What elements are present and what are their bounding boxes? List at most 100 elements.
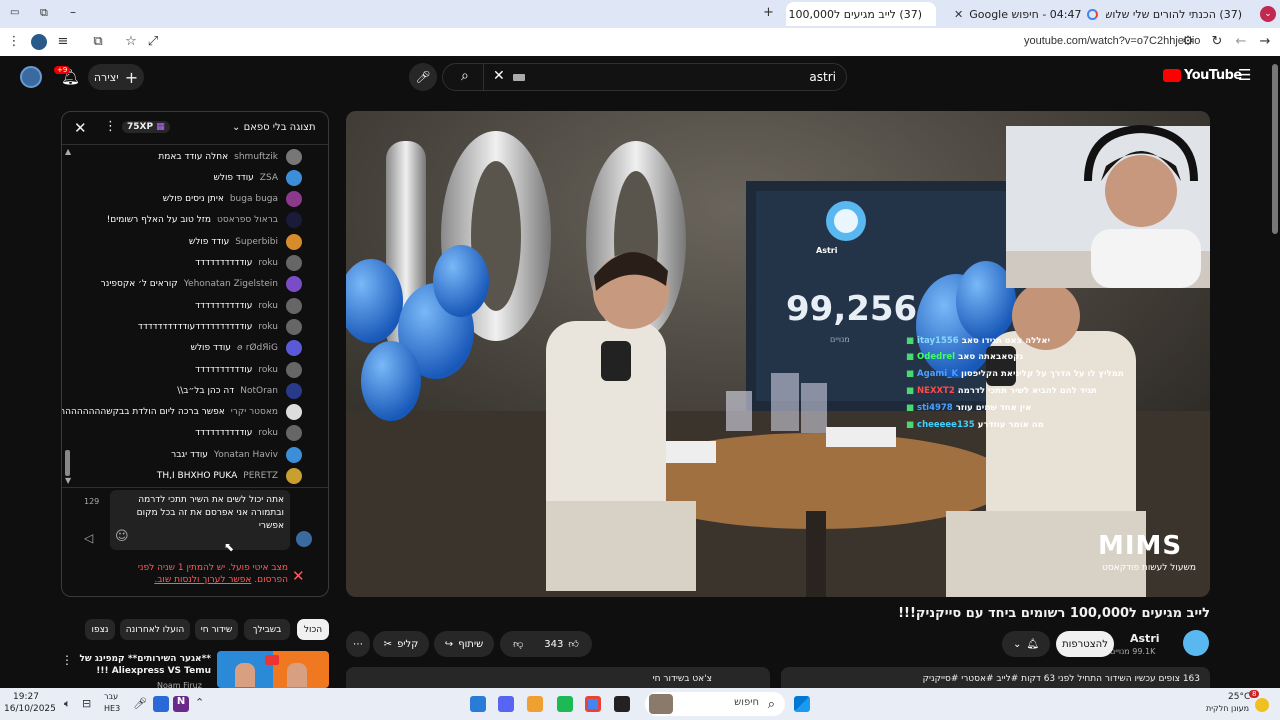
- voice-search-icon[interactable]: 🎤︎: [409, 63, 437, 91]
- chat-message[interactable]: Yehonatan Zigelstein קוראים ל׳ אקספינר: [62, 274, 314, 295]
- chat-message[interactable]: buga buga איתן ניסים פולש: [62, 189, 314, 210]
- window-menu-icon[interactable]: ▭: [10, 7, 19, 18]
- recommended-title[interactable]: **אגער השירותים** קמפינג של Aliexpress V…: [79, 653, 211, 677]
- chat-author-avatar[interactable]: [286, 233, 302, 250]
- chat-author-name[interactable]: Yonatan Haviv: [214, 450, 278, 460]
- chat-author-name[interactable]: Yehonatan Zigelstein: [184, 279, 278, 289]
- account-avatar[interactable]: [20, 66, 42, 88]
- chip-live[interactable]: שידור חי: [195, 619, 238, 640]
- chat-author-name[interactable]: roku: [258, 428, 278, 438]
- chat-message[interactable]: shmuftzik אחלה עודד באמת: [62, 146, 314, 167]
- tab-google-search[interactable]: 04:47 - חיפוש Google ✕: [946, 2, 1106, 26]
- chat-message[interactable]: PERETZ TH,I BHXHO PUKA: [62, 466, 314, 487]
- chat-message[interactable]: Yonatan Haviv עודד יגבר: [62, 444, 314, 465]
- clock-time[interactable]: 19:27: [13, 692, 39, 702]
- speaker-icon[interactable]: 🔈︎: [64, 697, 71, 711]
- chat-author-avatar[interactable]: [286, 297, 302, 314]
- chat-author-avatar[interactable]: [286, 255, 302, 271]
- emoji-icon[interactable]: ☺: [115, 529, 129, 544]
- send-icon[interactable]: ◁: [84, 531, 93, 545]
- dislike-icon[interactable]: 👎︎: [513, 638, 523, 650]
- youtube-logo-text[interactable]: YouTube: [1184, 68, 1242, 83]
- back-icon[interactable]: →: [1257, 34, 1273, 49]
- chip-watched[interactable]: נצפו: [85, 619, 115, 640]
- chat-author-name[interactable]: PERETZ: [243, 471, 278, 481]
- more-options-icon[interactable]: ⋮: [61, 653, 73, 667]
- tab-parents-video[interactable]: (37) הכנתי להורים שלי שלוש מ... ✕: [1106, 2, 1256, 26]
- chat-author-avatar[interactable]: [286, 212, 302, 229]
- chat-author-name[interactable]: roku: [258, 322, 278, 332]
- chat-message[interactable]: ꪮ rØdЯiG עודד פולש: [62, 338, 314, 359]
- tray-expand-icon[interactable]: ⌃: [195, 696, 204, 709]
- chat-message[interactable]: מאסטר יקרי אפשר ברכה ליום הולדת בבקשההההה…: [62, 402, 314, 423]
- weather-sun-icon[interactable]: [1255, 698, 1269, 712]
- recommended-thumbnail[interactable]: [217, 651, 329, 688]
- chat-author-avatar[interactable]: [286, 276, 302, 293]
- chat-author-avatar[interactable]: [286, 191, 302, 208]
- site-settings-icon[interactable]: ⚙: [1180, 34, 1196, 49]
- new-tab-button[interactable]: +: [763, 5, 774, 20]
- extensions-icon[interactable]: ⧉: [90, 34, 106, 49]
- bookmark-star-icon[interactable]: ☆: [123, 34, 139, 49]
- minimize-icon[interactable]: –: [70, 5, 76, 19]
- clip-button[interactable]: ✂ קליפ: [373, 631, 429, 657]
- page-scrollbar-thumb[interactable]: [1272, 64, 1278, 234]
- notepad-app-icon[interactable]: [470, 696, 486, 712]
- subscribe-bell-button[interactable]: ⌄ 🔔︎: [1002, 631, 1050, 657]
- chat-author-avatar[interactable]: [286, 404, 302, 421]
- chat-message[interactable]: בראול ספראסט מזל טוב על האלף רשומים!: [62, 210, 314, 231]
- chat-author-avatar[interactable]: [286, 361, 302, 378]
- chat-author-avatar[interactable]: [286, 169, 302, 186]
- chat-author-name[interactable]: buga buga: [230, 194, 278, 204]
- clock-date[interactable]: 16/10/2025: [4, 704, 56, 714]
- chrome-app-icon[interactable]: [585, 696, 601, 712]
- like-icon[interactable]: 👍︎: [568, 638, 578, 650]
- chat-input-text[interactable]: אתה יכול לשים את השיר תתכי לדרמה ובתמורה…: [137, 495, 284, 531]
- chat-author-name[interactable]: Superbibi: [235, 237, 278, 247]
- search-box[interactable]: ⌕ ✕ astri: [442, 63, 847, 91]
- search-icon[interactable]: ⌕: [461, 68, 469, 84]
- chat-message[interactable]: roku עודדדדדדדדדד: [62, 253, 314, 274]
- channel-name[interactable]: Astri: [1130, 632, 1160, 645]
- hamburger-menu-icon[interactable]: ☰: [1238, 66, 1251, 84]
- terminal-app-icon[interactable]: [614, 696, 630, 712]
- onenote-tray-icon[interactable]: N: [173, 696, 189, 712]
- chat-message[interactable]: roku עודדדדדדדדדד: [62, 423, 314, 444]
- network-icon[interactable]: ⊟: [82, 697, 91, 710]
- recommended-video[interactable]: ⋮ **אגער השירותים** קמפינג של Aliexpress…: [61, 651, 329, 690]
- discord-app-icon[interactable]: [498, 696, 514, 712]
- video-player[interactable]: Astri 99,256 מנויים ■ itay1556 יאללה צאט ת…: [346, 111, 1210, 597]
- reload-icon[interactable]: ↻: [1209, 34, 1225, 49]
- chat-message[interactable]: NotOran דה כהן בל״ב\\: [62, 380, 314, 401]
- install-app-icon[interactable]: ⤢: [145, 34, 161, 49]
- chat-menu-icon[interactable]: ⋮: [104, 119, 117, 134]
- taskbar-search-placeholder[interactable]: חיפוש: [734, 697, 759, 708]
- keyboard-icon[interactable]: [513, 74, 525, 81]
- chat-author-avatar[interactable]: [286, 148, 302, 165]
- scroll-up-icon[interactable]: ▲: [65, 147, 71, 156]
- chip-for-you[interactable]: בשבילך: [244, 619, 290, 640]
- edit-retry-link[interactable]: אפשר לערוך ולנסות שוב.: [154, 575, 251, 585]
- taskbar-search[interactable]: ⌕ חיפוש: [645, 692, 785, 716]
- chat-message[interactable]: ZSA עודד פולש: [62, 167, 314, 188]
- search-input[interactable]: astri: [809, 70, 836, 84]
- chat-author-avatar[interactable]: [286, 340, 302, 357]
- language-indicator[interactable]: עבר: [104, 692, 118, 701]
- chat-author-name[interactable]: shmuftzik: [234, 152, 278, 162]
- chat-message[interactable]: roku עודדדדדדדדדד: [62, 295, 314, 316]
- url-field[interactable]: youtube.com/watch?v=o7C2hhjeUio: [1024, 35, 1200, 47]
- join-button[interactable]: להצטרפות: [1056, 631, 1114, 657]
- clear-search-icon[interactable]: ✕: [493, 68, 505, 84]
- chat-author-avatar[interactable]: [286, 425, 302, 442]
- chat-message[interactable]: Superbibi עודד פולש: [62, 231, 314, 252]
- spotify-app-icon[interactable]: [557, 696, 573, 712]
- forward-icon[interactable]: ←: [1233, 34, 1249, 49]
- chat-author-name[interactable]: roku: [258, 365, 278, 375]
- chat-author-name[interactable]: בראול ספראסט: [217, 215, 278, 225]
- tab-search-icon[interactable]: ⌄: [1260, 6, 1276, 22]
- chat-author-avatar[interactable]: [286, 318, 302, 335]
- channel-avatar[interactable]: [1183, 630, 1209, 656]
- like-count[interactable]: 343: [544, 639, 563, 650]
- restore-icon[interactable]: ⧉: [40, 6, 48, 20]
- defender-tray-icon[interactable]: [153, 696, 169, 712]
